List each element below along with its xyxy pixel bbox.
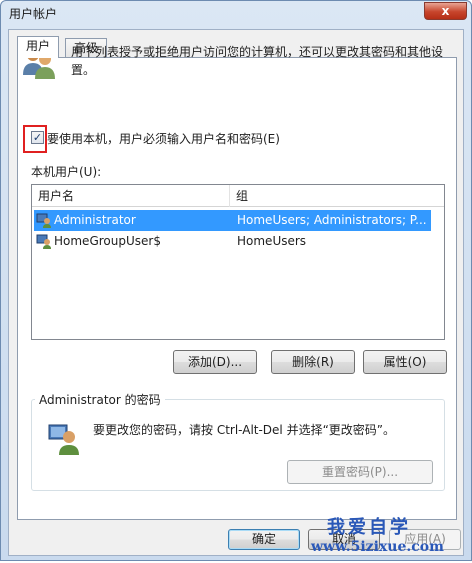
user-accounts-window: 用户帐户 x 用户 高级 用下列表授予或拒绝用户访问您的计算机，还可以更改其密码… bbox=[0, 0, 472, 561]
title-bar[interactable]: 用户帐户 x bbox=[1, 1, 471, 25]
row-username: Administrator bbox=[54, 213, 136, 227]
tab-users[interactable]: 用户 bbox=[17, 36, 60, 58]
user-icon bbox=[36, 213, 51, 228]
remove-button[interactable]: 删除(R) bbox=[271, 350, 355, 374]
users-listview[interactable]: 用户名 组 Administrator HomeUsers; Administr… bbox=[31, 184, 445, 340]
properties-button[interactable]: 属性(O) bbox=[363, 350, 447, 374]
reset-password-button: 重置密码(P)... bbox=[287, 460, 433, 484]
require-login-checkbox[interactable]: ✓ bbox=[31, 131, 44, 144]
row-username: HomeGroupUser$ bbox=[54, 234, 161, 248]
listview-header: 用户名 组 bbox=[32, 185, 444, 207]
site-watermark: 我爱自学 www.5izixue.com bbox=[311, 513, 471, 563]
window-title: 用户帐户 bbox=[9, 7, 58, 21]
password-group-title: Administrator 的密码 bbox=[35, 391, 165, 408]
local-users-label: 本机用户(U): bbox=[31, 165, 102, 179]
watermark-title: 我爱自学 bbox=[327, 517, 411, 538]
add-button[interactable]: 添加(D)... bbox=[173, 350, 257, 374]
column-header-username[interactable]: 用户名 bbox=[32, 185, 230, 207]
row-group: HomeUsers bbox=[237, 234, 307, 248]
table-row[interactable]: HomeGroupUser$ HomeUsers bbox=[34, 231, 431, 252]
user-password-icon bbox=[48, 424, 79, 455]
require-login-label[interactable]: 要使用本机，用户必须输入用户名和密码(E) bbox=[47, 130, 280, 147]
password-hint: 要更改您的密码，请按 Ctrl-Alt-Del 并选择“更改密码”。 bbox=[93, 423, 396, 437]
close-button[interactable]: x bbox=[424, 2, 467, 20]
column-header-group[interactable]: 组 bbox=[230, 185, 444, 207]
table-row[interactable]: Administrator HomeUsers; Administrators;… bbox=[34, 210, 431, 231]
row-group: HomeUsers; Administrators; P... bbox=[237, 213, 427, 227]
description-text: 用下列表授予或拒绝用户访问您的计算机，还可以更改其密码和其他设置。 bbox=[71, 45, 444, 77]
watermark-url: www.5izixue.com bbox=[311, 539, 444, 555]
user-icon bbox=[36, 234, 51, 249]
ok-button[interactable]: 确定 bbox=[228, 529, 300, 550]
